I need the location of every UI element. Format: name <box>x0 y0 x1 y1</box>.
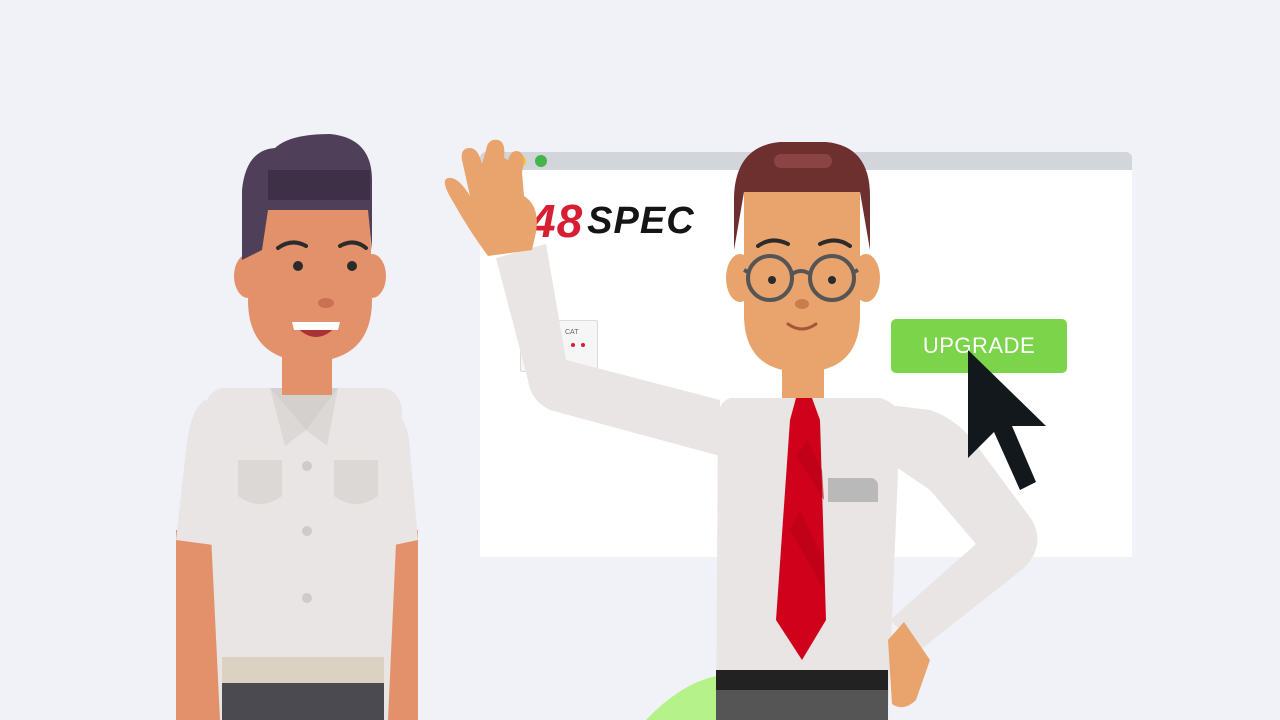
left-character-face <box>248 200 372 362</box>
left-character-nose <box>318 298 334 308</box>
right-character-trousers <box>716 690 888 720</box>
right-character-eye <box>828 276 836 284</box>
left-character-eye <box>347 261 357 271</box>
left-character-pocket <box>334 460 378 504</box>
left-character-pocket <box>238 460 282 504</box>
left-character-shirt-button <box>302 526 312 536</box>
left-character <box>176 134 418 720</box>
left-character-shirt-button <box>302 593 312 603</box>
right-character-belt <box>716 670 888 690</box>
right-character <box>444 139 1038 720</box>
right-character-nose <box>795 299 809 309</box>
left-character-trousers <box>222 683 384 720</box>
left-character-eye <box>293 261 303 271</box>
left-character-shirt-button <box>302 461 312 471</box>
green-shape <box>646 676 716 720</box>
right-character-waving-hand <box>444 139 537 256</box>
left-character-teeth <box>292 322 340 330</box>
right-character-face <box>744 192 860 372</box>
right-character-raised-arm <box>496 244 720 456</box>
characters-illustration <box>176 134 1046 720</box>
right-character-eye <box>768 276 776 284</box>
left-character-belt <box>222 657 384 683</box>
illustration-scene: 48 SPEC CAT UPGRADE <box>0 0 1280 720</box>
right-character-hair-highlight <box>774 154 832 168</box>
right-character-pocket <box>828 478 878 502</box>
left-character-hair-shade <box>268 170 370 200</box>
